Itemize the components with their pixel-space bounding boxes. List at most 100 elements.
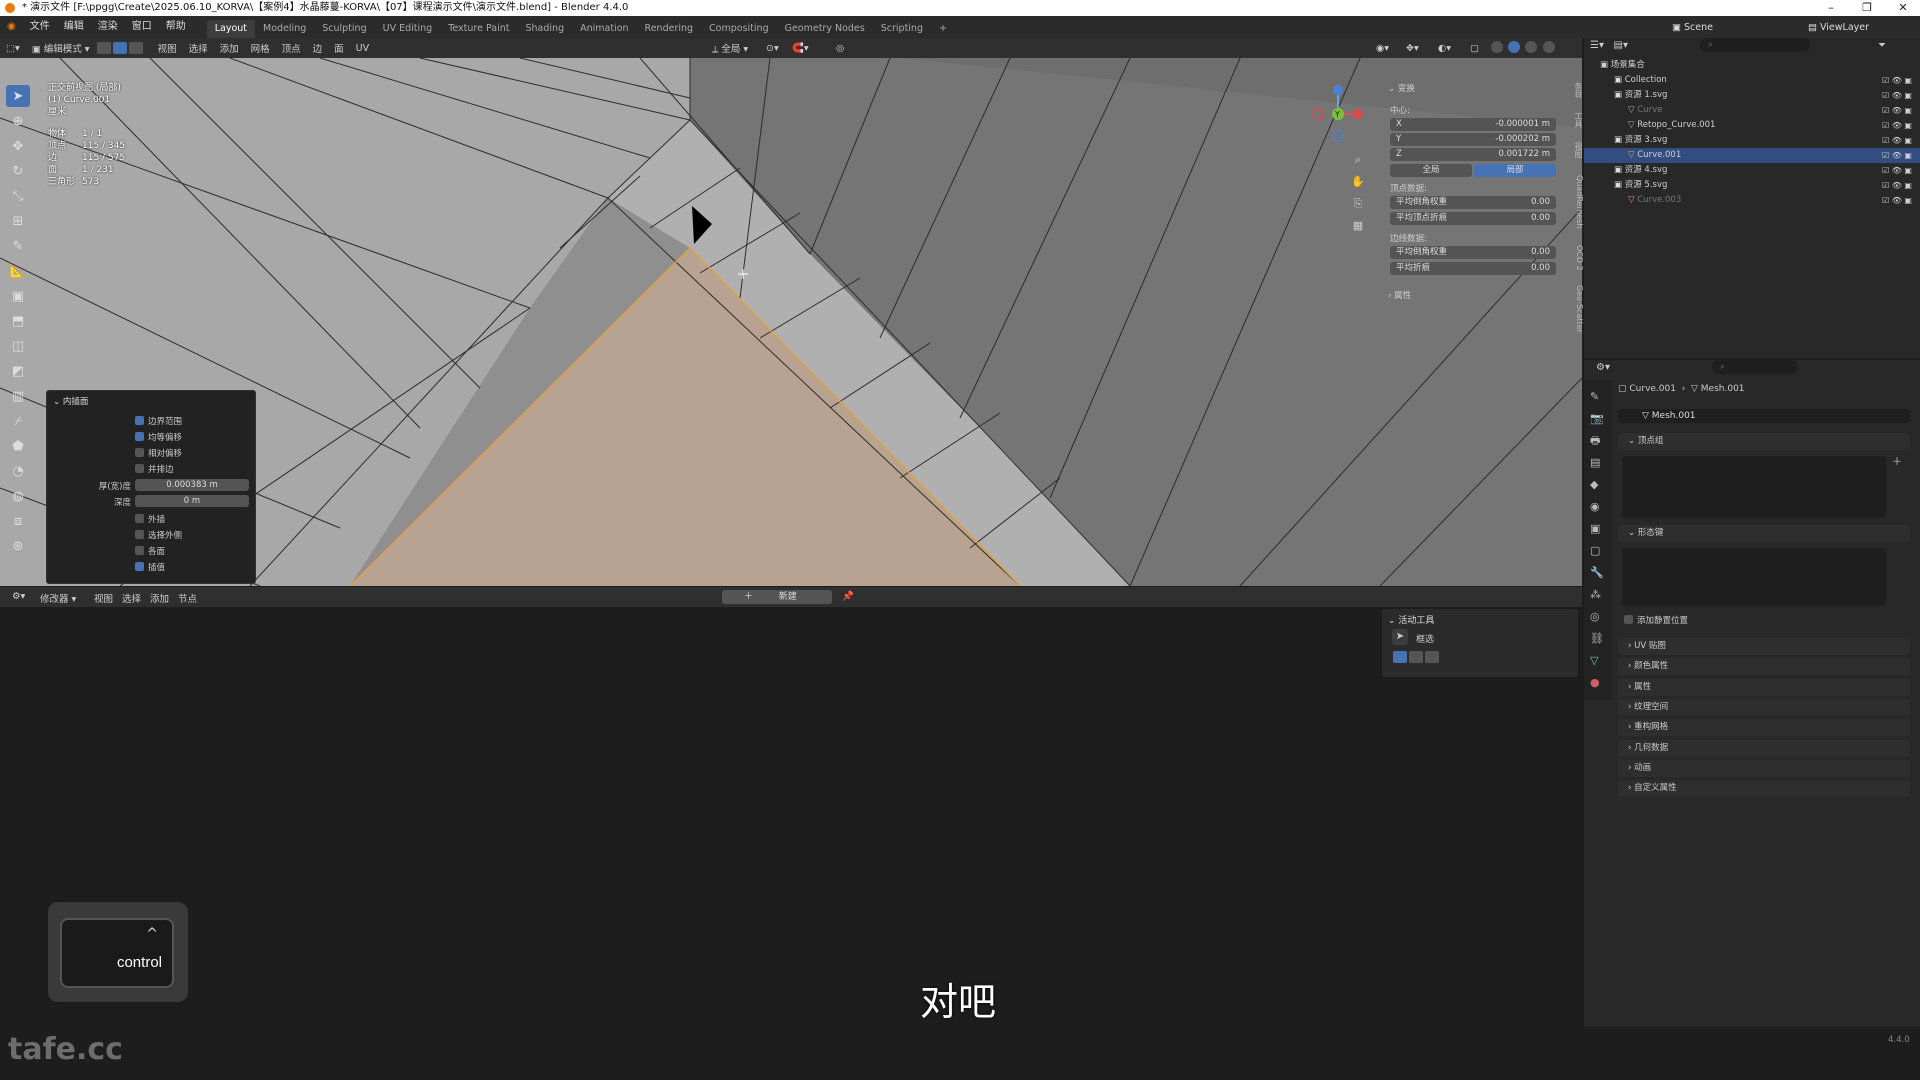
blender-menu-icon[interactable]: ◉ [0, 16, 23, 38]
spin-tool-icon[interactable]: ◔ [6, 460, 30, 482]
add-workspace-icon[interactable]: + [931, 20, 955, 38]
scene-tab-icon[interactable]: ◆ [1590, 474, 1606, 496]
local-toggle-button[interactable]: 局部 [1474, 164, 1556, 177]
visibility-toggle-icon[interactable]: ☑ 👁 ▣ [1882, 88, 1912, 103]
properties-editor-icon[interactable]: ⚙▾ [1596, 362, 1610, 373]
select-box-tool-icon[interactable]: ➤ [6, 85, 30, 107]
loop-cut-tool-icon[interactable]: ▥ [6, 385, 30, 407]
side-tab-geo-scatter[interactable]: Geo-Scatter [1572, 285, 1584, 333]
properties-section[interactable]: › UV 贴图 [1618, 638, 1910, 655]
overlay-toggle-icon[interactable]: ◐▾ [1432, 43, 1457, 54]
edge-bevel-weight-field[interactable]: 平均倒角权重 0.00 [1390, 246, 1556, 259]
tab-rendering[interactable]: Rendering [637, 20, 702, 38]
mesh-name-field[interactable]: ▽ Mesh.001 [1618, 409, 1910, 423]
vertex-bevel-weight-field[interactable]: 平均倒角权重 0.00 [1390, 196, 1556, 209]
properties-section[interactable]: › 自定义属性 [1618, 780, 1910, 798]
median-x-field[interactable]: X -0.000001 m [1390, 118, 1556, 131]
world-tab-icon[interactable]: ◉ [1590, 496, 1606, 518]
xray-toggle-icon[interactable]: ▢ [1464, 43, 1485, 54]
tab-scripting[interactable]: Scripting [873, 20, 931, 38]
minimize-button[interactable]: – [1816, 0, 1846, 16]
vertex-crease-field[interactable]: 平均顶点折痕 0.00 [1390, 212, 1556, 225]
outliner-root[interactable]: ▣ 场景集合 [1584, 58, 1920, 73]
outliner-row[interactable]: ▽ Curve.001 ☑ 👁 ▣ [1584, 148, 1920, 163]
view-layer-selector[interactable]: ▤ ViewLayer [1808, 22, 1869, 33]
outliner-row[interactable]: ▣ 资源 1.svg ☑ 👁 ▣ [1584, 88, 1920, 103]
side-tab-tool[interactable]: 工具 [1572, 112, 1584, 128]
operator-panel-header[interactable]: ⌄ 内插面 [53, 395, 88, 407]
render-tab-icon[interactable]: 📷 [1590, 408, 1606, 430]
even-offset-checkbox[interactable]: 均等偏移 [135, 431, 182, 443]
depth-field[interactable]: 0 m [135, 495, 249, 507]
median-y-field[interactable]: Y -0.000202 m [1390, 133, 1556, 146]
snap-icon[interactable]: 🧲▾ [786, 43, 815, 54]
zoom-icon[interactable]: ⌕ [1350, 152, 1366, 168]
outliner-row[interactable]: ▣ 资源 4.svg ☑ 👁 ▣ [1584, 163, 1920, 178]
outliner-editor-icon[interactable]: ☰▾ ▤▾ [1590, 40, 1628, 51]
physics-tab-icon[interactable]: ◎ [1590, 606, 1606, 628]
select-mode-subtract-icon[interactable] [1425, 651, 1439, 663]
rotate-tool-icon[interactable]: ↻ [6, 160, 30, 182]
tab-animation[interactable]: Animation [572, 20, 636, 38]
side-tab-view[interactable]: 视图 [1572, 142, 1584, 158]
measure-tool-icon[interactable]: 📐 [6, 260, 30, 282]
outliner-row[interactable]: ▽ Curve.003 ☑ 👁 ▣ [1584, 193, 1920, 208]
shading-material-icon[interactable] [1525, 40, 1538, 53]
extrude-tool-icon[interactable]: ⬒ [6, 310, 30, 332]
properties-section[interactable]: › 颜色属性 [1618, 658, 1910, 676]
tab-compositing[interactable]: Compositing [701, 20, 777, 38]
visibility-toggle-icon[interactable]: ☑ 👁 ▣ [1882, 178, 1912, 193]
outliner-search-input[interactable]: ⌕ [1700, 38, 1810, 52]
add-rest-position-checkbox[interactable]: 添加静置位置 [1624, 614, 1688, 626]
thickness-field[interactable]: 0.000383 m [135, 479, 249, 491]
collection-tab-icon[interactable]: ▣ [1590, 518, 1606, 540]
median-z-field[interactable]: Z 0.001722 m [1390, 148, 1556, 161]
mode-dropdown[interactable]: ▣ 编辑模式 ▾ [26, 41, 96, 55]
scene-selector[interactable]: ▣ Scene [1672, 22, 1713, 33]
select-mode-set-icon[interactable] [1393, 651, 1407, 663]
particles-tab-icon[interactable]: ⁂ [1590, 584, 1606, 606]
shading-solid-icon[interactable] [1508, 40, 1521, 53]
box-select-tool-icon[interactable]: ➤ [1392, 629, 1408, 645]
select-outer-checkbox[interactable]: 选择外侧 [135, 529, 182, 541]
properties-search-input[interactable]: ⌕ [1712, 360, 1798, 374]
move-tool-icon[interactable]: ✥ [6, 135, 30, 157]
relative-offset-checkbox[interactable]: 相对偏移 [135, 447, 182, 459]
tab-texture-paint[interactable]: Texture Paint [440, 20, 517, 38]
menu-edge[interactable]: 边 [307, 41, 329, 55]
bottom-menu-node[interactable]: 节点 [172, 591, 203, 605]
menu-window[interactable]: 窗口 [125, 16, 159, 38]
edge-select-icon[interactable] [112, 42, 127, 54]
bottom-editor-type-icon[interactable]: ⚙▾ [6, 591, 31, 602]
outliner-row[interactable]: ▽ Curve ☑ 👁 ▣ [1584, 103, 1920, 118]
visibility-toggle-icon[interactable]: ☑ 👁 ▣ [1882, 103, 1912, 118]
outliner-row[interactable]: ▣ 资源 3.svg ☑ 👁 ▣ [1584, 133, 1920, 148]
vertex-groups-section[interactable]: ⌄ 顶点组 [1618, 433, 1910, 450]
outliner-row[interactable]: ▣ Collection ☑ 👁 ▣ [1584, 73, 1920, 88]
menu-face[interactable]: 面 [328, 41, 350, 55]
pin-icon[interactable]: 📌 [836, 591, 860, 602]
vertex-groups-list[interactable] [1622, 456, 1886, 518]
tab-layout[interactable]: Layout [206, 20, 256, 38]
inset-tool-icon[interactable]: ◫ [6, 335, 30, 357]
menu-view[interactable]: 视图 [152, 41, 183, 55]
visibility-toggle-icon[interactable]: ☑ 👁 ▣ [1882, 118, 1912, 133]
editor-context-dropdown[interactable]: 修改器 ▾ [34, 591, 82, 605]
view-object-types-icon[interactable]: ◉▾ [1370, 43, 1395, 54]
shape-keys-list[interactable] [1622, 548, 1886, 606]
visibility-toggle-icon[interactable]: ☑ 👁 ▣ [1882, 73, 1912, 88]
maximize-button[interactable]: ❐ [1852, 0, 1882, 16]
transform-section-header[interactable]: ⌄ 变换 [1388, 82, 1415, 94]
bevel-tool-icon[interactable]: ◩ [6, 360, 30, 382]
gizmo-toggle-icon[interactable]: ✥▾ [1400, 43, 1425, 54]
menu-mesh[interactable]: 网格 [245, 41, 276, 55]
properties-section[interactable]: › 属性 [1618, 678, 1910, 696]
ortho-grid-icon[interactable]: ▦ [1350, 218, 1366, 234]
bottom-menu-select[interactable]: 选择 [116, 591, 147, 605]
outset-checkbox[interactable]: 外插 [135, 513, 165, 525]
edge-crease-field[interactable]: 平均折痕 0.00 [1390, 262, 1556, 275]
pivot-icon[interactable]: ⊙▾ [760, 43, 785, 54]
add-cube-tool-icon[interactable]: ▣ [6, 285, 30, 307]
shading-wireframe-icon[interactable] [1491, 40, 1503, 53]
tab-geometry-nodes[interactable]: Geometry Nodes [777, 20, 873, 38]
